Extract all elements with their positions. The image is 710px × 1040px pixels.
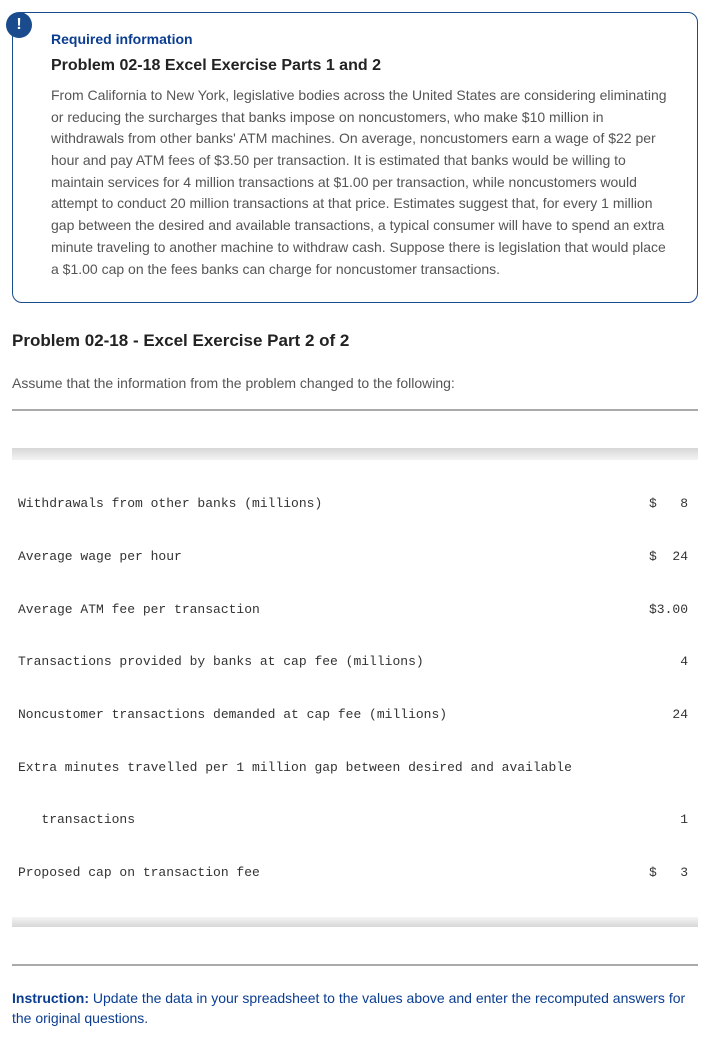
required-information-panel: Required information Problem 02-18 Excel… bbox=[12, 12, 698, 303]
param-value: 1 bbox=[628, 811, 688, 829]
assume-text: Assume that the information from the pro… bbox=[12, 375, 698, 391]
instruction-text: Instruction: Update the data in your spr… bbox=[12, 988, 698, 1029]
param-value: $ 24 bbox=[628, 548, 688, 566]
param-label: Proposed cap on transaction fee bbox=[18, 864, 260, 882]
table-row: Withdrawals from other banks (millions) … bbox=[12, 495, 698, 513]
param-value: 24 bbox=[628, 706, 688, 724]
param-label: Average ATM fee per transaction bbox=[18, 601, 260, 619]
param-label: Extra minutes travelled per 1 million ga… bbox=[18, 759, 572, 777]
instruction-body: Update the data in your spreadsheet to t… bbox=[12, 990, 685, 1026]
section-heading: Problem 02-18 - Excel Exercise Part 2 of… bbox=[12, 331, 698, 351]
param-value: $ 8 bbox=[628, 495, 688, 513]
parameter-table: Withdrawals from other banks (millions) … bbox=[12, 409, 698, 965]
param-label: Average wage per hour bbox=[18, 548, 182, 566]
table-row: Average wage per hour $ 24 bbox=[12, 548, 698, 566]
problem-title: Problem 02-18 Excel Exercise Parts 1 and… bbox=[51, 57, 669, 75]
param-value: $3.00 bbox=[628, 601, 688, 619]
table-row: Transactions provided by banks at cap fe… bbox=[12, 653, 698, 671]
param-label: Noncustomer transactions demanded at cap… bbox=[18, 706, 447, 724]
table-row: Noncustomer transactions demanded at cap… bbox=[12, 706, 698, 724]
problem-body-text: From California to New York, legislative… bbox=[51, 85, 669, 280]
required-information-label: Required information bbox=[51, 31, 669, 47]
param-value: 4 bbox=[628, 653, 688, 671]
info-badge-icon: ! bbox=[6, 12, 32, 38]
exclamation-icon: ! bbox=[16, 16, 21, 34]
table-row: Extra minutes travelled per 1 million ga… bbox=[12, 759, 698, 777]
page-container: ! Required information Problem 02-18 Exc… bbox=[0, 12, 710, 1040]
table-bottom-border bbox=[12, 917, 698, 927]
table-top-border bbox=[12, 448, 698, 460]
table-row: transactions 1 bbox=[12, 811, 698, 829]
table-row: Average ATM fee per transaction $3.00 bbox=[12, 601, 698, 619]
param-value: $ 3 bbox=[628, 864, 688, 882]
param-value bbox=[628, 759, 688, 777]
instruction-lead: Instruction: bbox=[12, 990, 89, 1006]
param-label: Withdrawals from other banks (millions) bbox=[18, 495, 322, 513]
param-label: Transactions provided by banks at cap fe… bbox=[18, 653, 424, 671]
table-row: Proposed cap on transaction fee $ 3 bbox=[12, 864, 698, 882]
param-label: transactions bbox=[18, 811, 135, 829]
